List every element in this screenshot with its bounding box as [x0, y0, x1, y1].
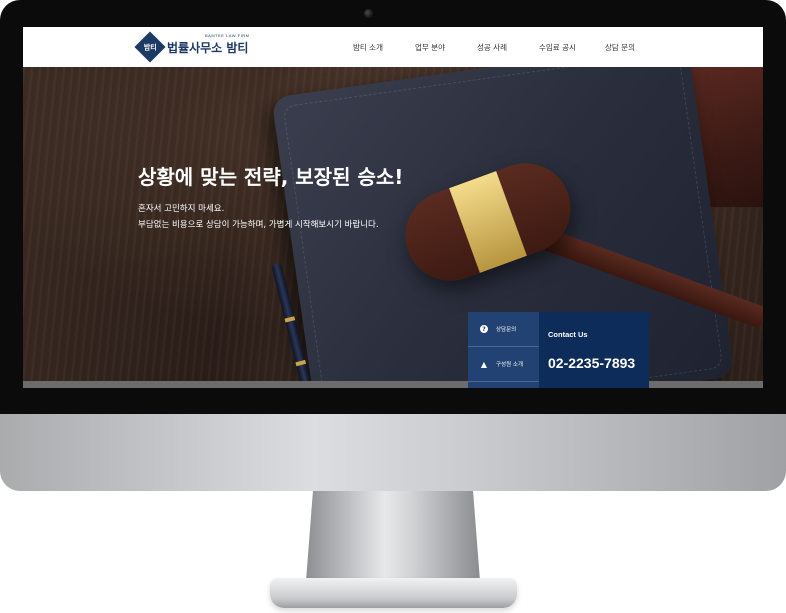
hero-banner: 상황에 맞는 전략, 보장된 승소! 혼자서 고민하지 마세요. 부담없는 비용… — [23, 67, 763, 388]
logo-text: BAMTEE LAW FIRM 법률사무소 밤티 — [167, 33, 249, 56]
hero-subtitle: 혼자서 고민하지 마세요. 부담없는 비용으로 상담이 가능하며, 가볍게 시작… — [138, 201, 379, 233]
monitor-stand-base — [270, 578, 517, 608]
nav-item-fees[interactable]: 수임료 공시 — [539, 42, 605, 53]
question-icon: ? — [480, 325, 488, 333]
nav-item-inquiry[interactable]: 상담 문의 — [605, 42, 635, 53]
quick-item-members[interactable]: ▲ 구성원 소개 — [468, 347, 539, 382]
contact-phone[interactable]: 02-2235-7893 — [548, 355, 635, 371]
logo-mark-icon: 밤티 — [134, 31, 166, 63]
logo-subtitle: BAMTEE LAW FIRM — [205, 32, 250, 38]
camera-icon — [364, 9, 373, 18]
monitor-stand — [306, 491, 480, 581]
monitor-chin — [0, 414, 786, 491]
logo[interactable]: 밤티 BAMTEE LAW FIRM 법률사무소 밤티 — [134, 31, 249, 63]
people-icon: ▲ — [480, 359, 488, 369]
contact-title: Contact Us — [548, 330, 588, 339]
hero-line-2: 부담없는 비용으로 상담이 가능하며, 가볍게 시작해보시기 바랍니다. — [138, 220, 379, 230]
nav-item-about[interactable]: 밤티 소개 — [353, 42, 415, 53]
contact-box: Contact Us 02-2235-7893 — [539, 312, 649, 388]
site-header: 밤티 BAMTEE LAW FIRM 법률사무소 밤티 밤티 소개 업무 분야 … — [23, 27, 763, 67]
quick-item-inquiry[interactable]: ? 상담문의 — [468, 312, 539, 347]
screen: 밤티 BAMTEE LAW FIRM 법률사무소 밤티 밤티 소개 업무 분야 … — [23, 27, 763, 388]
quick-menu: ? 상담문의 ▲ 구성원 소개 — [468, 312, 539, 388]
quick-item-label: 구성원 소개 — [496, 362, 524, 368]
main-nav: 밤티 소개 업무 분야 성공 사례 수임료 공시 상담 문의 — [353, 27, 635, 67]
hero-line-1: 혼자서 고민하지 마세요. — [138, 204, 225, 214]
nav-item-cases[interactable]: 성공 사례 — [477, 42, 539, 53]
logo-mark-text: 밤티 — [143, 42, 157, 51]
hero-bottom-strip — [23, 381, 763, 388]
nav-item-practice[interactable]: 업무 분야 — [415, 42, 477, 53]
quick-item-label: 상담문의 — [496, 327, 517, 333]
hero-title: 상황에 맞는 전략, 보장된 승소! — [138, 165, 404, 189]
logo-name: 법률사무소 밤티 — [167, 40, 249, 55]
